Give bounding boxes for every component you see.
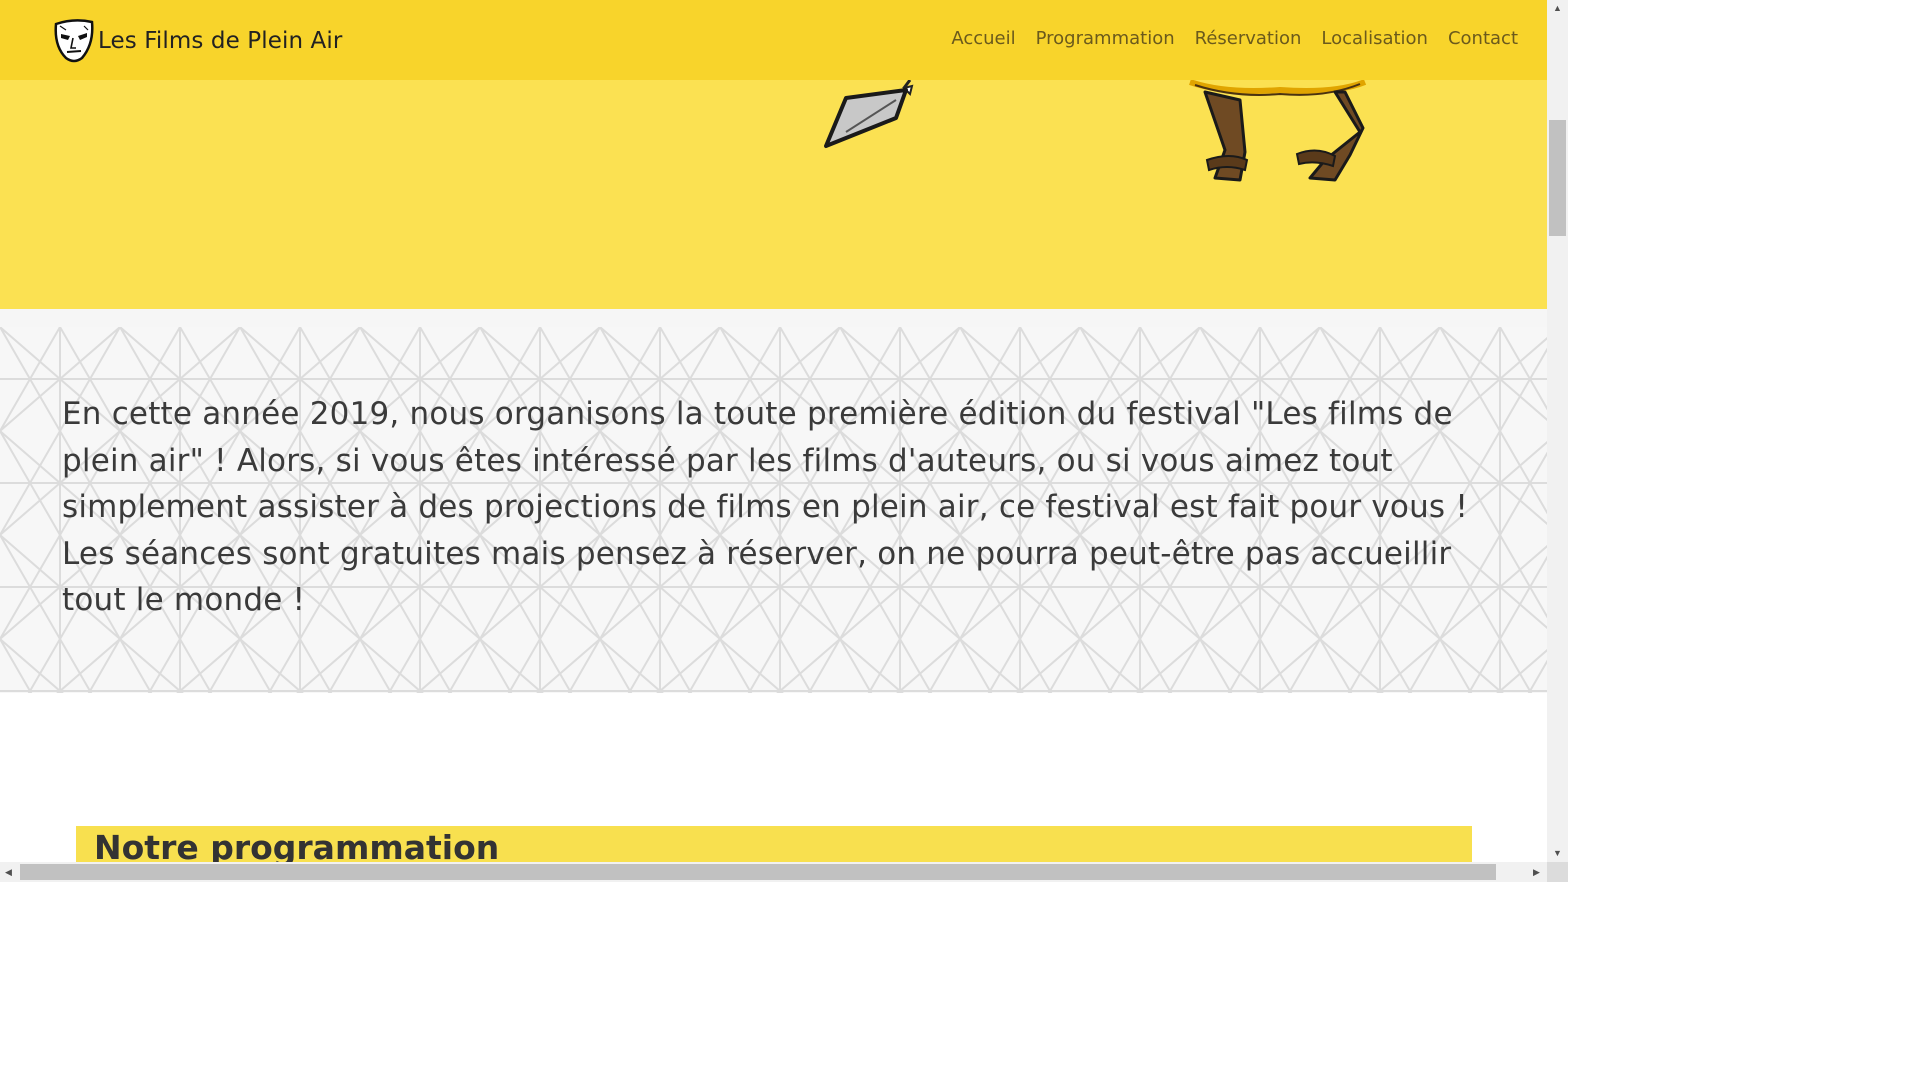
brand-link[interactable]: Les Films de Plein Air — [52, 18, 342, 64]
scroll-up-arrow-icon[interactable]: ▲ — [1547, 0, 1568, 17]
page-viewport: En cette année 2019, nous organisons la … — [0, 0, 1547, 862]
vertical-scrollbar[interactable]: ▲ ▼ — [1547, 0, 1568, 862]
horizontal-scrollbar[interactable]: ◀ ▶ — [0, 862, 1547, 882]
scrollbar-corner — [1547, 862, 1568, 882]
nav-link-reservation[interactable]: Réservation — [1195, 28, 1302, 49]
programme-title: Notre programmation — [94, 828, 500, 862]
nav-link-contact[interactable]: Contact — [1448, 28, 1518, 49]
brand-title: Les Films de Plein Air — [98, 28, 343, 54]
scroll-right-arrow-icon[interactable]: ▶ — [1528, 862, 1545, 882]
intro-section: En cette année 2019, nous organisons la … — [0, 309, 1547, 693]
nav-link-localisation[interactable]: Localisation — [1321, 28, 1428, 49]
spear-tip-icon — [824, 80, 914, 148]
nav-link-programmation[interactable]: Programmation — [1036, 28, 1175, 49]
scroll-down-arrow-icon[interactable]: ▼ — [1547, 845, 1568, 862]
nav-link-accueil[interactable]: Accueil — [951, 28, 1015, 49]
intro-paragraph: En cette année 2019, nous organisons la … — [62, 396, 1468, 618]
character-legs-icon — [1189, 80, 1367, 182]
horizontal-scroll-thumb[interactable] — [20, 864, 1496, 880]
main-nav: Accueil Programmation Réservation Locali… — [951, 28, 1518, 49]
vertical-scroll-thumb[interactable] — [1549, 120, 1566, 236]
mask-icon — [54, 19, 94, 63]
programme-section-header: Notre programmation — [76, 826, 1472, 862]
hero-banner — [0, 80, 1547, 309]
top-navbar: Les Films de Plein Air Accueil Programma… — [0, 0, 1547, 80]
scroll-left-arrow-icon[interactable]: ◀ — [0, 862, 17, 882]
